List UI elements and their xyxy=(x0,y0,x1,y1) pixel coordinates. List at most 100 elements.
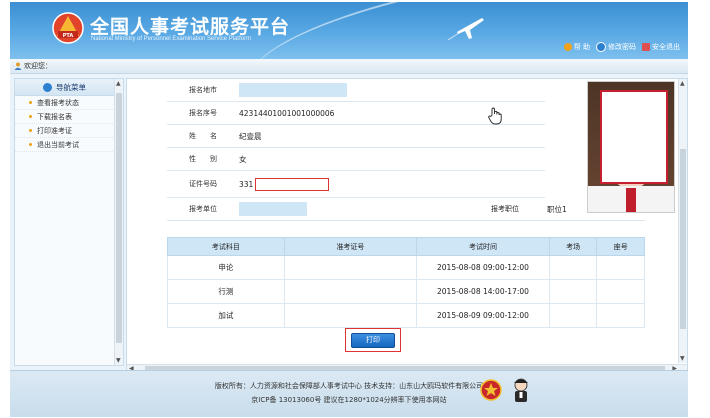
sidebar-item-download-form[interactable]: 下载报名表 xyxy=(15,110,123,124)
pta-logo-icon: PTA xyxy=(52,12,84,44)
table-cell xyxy=(596,279,645,304)
nav-menu-title: 导航菜单 xyxy=(56,82,86,92)
table-cell xyxy=(596,255,645,280)
table-row: 申论 2015-08-08 09:00-12:00 xyxy=(167,255,645,280)
sidebar-scrollbar[interactable]: ▲ ▼ xyxy=(114,79,123,365)
sidebar-item-exit-exam[interactable]: 退出当前考试 xyxy=(15,138,123,152)
table-cell xyxy=(548,255,598,280)
site-subtitle: National Ministry of Personnel Examinati… xyxy=(91,36,252,42)
table-cell: 加试 xyxy=(167,303,285,328)
city-field xyxy=(239,83,347,97)
info-label: 证件号码 xyxy=(189,180,217,188)
user-icon xyxy=(14,62,22,70)
info-row-name: 姓 名 纪壹晨 xyxy=(167,125,545,148)
site-title: 全国人事考试服务平台 xyxy=(90,16,291,38)
scroll-down-arrow-icon[interactable]: ▼ xyxy=(116,357,121,364)
info-label: 性 别 xyxy=(189,155,217,163)
scroll-up-arrow-icon[interactable]: ▲ xyxy=(116,80,121,87)
sidebar: 导航菜单 查看报考状态 下载报名表 打印准考证 退出当前考试 ▲ ▼ xyxy=(14,78,124,366)
id-value: 331 xyxy=(239,179,254,189)
table-header-row: 考试科目 准考证号 考试时间 考场 座号 xyxy=(167,237,645,256)
candidate-photo xyxy=(587,81,675,213)
table-row: 加试 2015-08-09 09:00-12:00 xyxy=(167,303,645,328)
table-cell xyxy=(548,279,598,304)
logo-text: PTA xyxy=(63,33,74,39)
main-vertical-scrollbar[interactable]: ▲ ▼ xyxy=(678,79,687,363)
column-header: 考试时间 xyxy=(416,237,550,256)
sidebar-item-label: 退出当前考试 xyxy=(37,140,79,149)
header-links: 帮 助 修改密码 安全退出 xyxy=(563,42,680,52)
table-cell: 申论 xyxy=(167,255,285,280)
welcome-text: 欢迎您： xyxy=(24,62,52,70)
photo-redaction-box xyxy=(600,90,668,184)
help-icon xyxy=(563,43,572,51)
change-password-link[interactable]: 修改密码 xyxy=(596,42,636,52)
footer-copyright: 版权所有：人力资源和社会保障部人事考试中心 技术支持：山东山大鸥玛软件有限公司 xyxy=(214,382,484,390)
sidebar-item-label: 查看报考状态 xyxy=(37,98,79,107)
print-button[interactable]: 打印 xyxy=(351,332,395,348)
sidebar-item-print-admission[interactable]: 打印准考证 xyxy=(15,124,123,138)
table-cell xyxy=(596,303,645,328)
print-button-highlight: 打印 xyxy=(345,328,401,352)
unit-field xyxy=(239,202,307,216)
app-frame: PTA 全国人事考试服务平台 National Ministry of Pers… xyxy=(10,2,688,417)
table-cell xyxy=(283,279,418,304)
gender-value: 女 xyxy=(239,154,247,164)
info-label: 报考单位 xyxy=(189,205,217,213)
table-cell: 2015-08-08 09:00-12:00 xyxy=(416,255,550,280)
name-value: 纪壹晨 xyxy=(239,131,262,141)
table-cell: 2015-08-08 14:00-17:00 xyxy=(416,279,550,304)
column-header: 考试科目 xyxy=(167,237,285,256)
scroll-down-arrow-icon[interactable]: ▼ xyxy=(680,355,685,362)
key-icon xyxy=(596,42,606,52)
sidebar-item-label: 下载报名表 xyxy=(37,112,72,121)
menu-icon xyxy=(43,82,52,92)
scroll-up-arrow-icon[interactable]: ▲ xyxy=(680,80,685,87)
table-cell xyxy=(283,303,418,328)
table-cell: 行测 xyxy=(167,279,285,304)
bullet-icon xyxy=(29,129,32,132)
logout-link[interactable]: 安全退出 xyxy=(642,42,680,52)
police-badge-icon xyxy=(514,378,528,402)
welcome-bar: 欢迎您： xyxy=(10,59,688,74)
exit-icon xyxy=(642,43,650,51)
column-header: 准考证号 xyxy=(283,237,418,256)
help-link[interactable]: 帮 助 xyxy=(563,42,590,52)
table-cell: 2015-08-09 09:00-12:00 xyxy=(416,303,550,328)
table-cell xyxy=(548,303,598,328)
info-row-unit: 报考单位 报考职位 职位1 xyxy=(167,198,645,221)
info-label: 姓 名 xyxy=(189,132,217,140)
sidebar-item-view-status[interactable]: 查看报考状态 xyxy=(15,96,123,110)
airplane-icon xyxy=(447,18,484,41)
logout-label: 安全退出 xyxy=(652,43,680,51)
footer-icp: 京ICP备 13013060号 建议在1280*1024分辨率下使用本网站 xyxy=(251,396,447,404)
column-header: 座号 xyxy=(596,237,645,256)
info-label: 报名序号 xyxy=(189,109,217,117)
help-link-label: 帮 助 xyxy=(573,43,590,51)
hand-cursor-icon xyxy=(488,107,502,125)
sidebar-scroll-thumb[interactable] xyxy=(116,93,122,343)
info-row-id: 证件号码 331 xyxy=(167,171,545,198)
main-content: 报名地市 报名序号 42314401001001000006 姓 名 纪壹晨 性… xyxy=(126,78,688,374)
info-label: 报名地市 xyxy=(189,86,217,94)
sidebar-item-label: 打印准考证 xyxy=(37,126,72,135)
position-label: 报考职位 xyxy=(491,205,519,213)
position-value: 职位1 xyxy=(547,204,567,214)
serial-value: 42314401001001000006 xyxy=(239,108,335,118)
column-header: 考场 xyxy=(548,237,598,256)
table-cell xyxy=(283,255,418,280)
info-row-gender: 性 别 女 xyxy=(167,148,545,171)
header-banner: PTA 全国人事考试服务平台 National Ministry of Pers… xyxy=(10,2,688,59)
bullet-icon xyxy=(29,115,32,118)
change-password-label: 修改密码 xyxy=(608,43,636,51)
exam-table: 考试科目 准考证号 考试时间 考场 座号 申论 2015-08-08 09:00… xyxy=(167,237,645,328)
footer: 版权所有：人力资源和社会保障部人事考试中心 技术支持：山东山大鸥玛软件有限公司 … xyxy=(10,370,688,417)
info-row-city: 报名地市 xyxy=(167,79,545,102)
bullet-icon xyxy=(29,143,32,146)
table-row: 行测 2015-08-08 14:00-17:00 xyxy=(167,279,645,304)
main-vscroll-thumb[interactable] xyxy=(680,149,686,329)
nav-menu-header: 导航菜单 xyxy=(15,79,123,96)
bullet-icon xyxy=(29,101,32,104)
emblem-badge-icon xyxy=(480,379,502,401)
redacted-id-box xyxy=(255,177,330,191)
